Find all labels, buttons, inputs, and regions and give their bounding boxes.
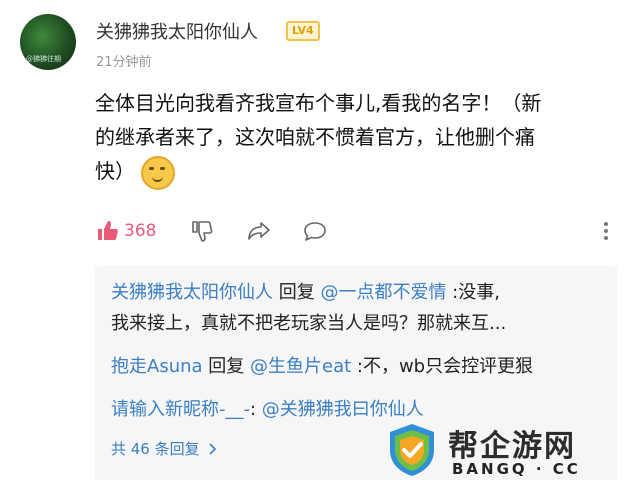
reply-verb: 回复 bbox=[273, 282, 321, 303]
reply-text: :没事, bbox=[446, 282, 500, 303]
dislike-button[interactable] bbox=[190, 216, 214, 246]
reply-text-continuation: 我来接上，真就不把老玩家当人是吗？那就来互... bbox=[111, 313, 507, 334]
comment-actions-bar: 368 bbox=[96, 216, 616, 246]
reply-username[interactable]: 抱走Asuna bbox=[111, 356, 203, 377]
thumb-up-icon bbox=[98, 221, 118, 240]
like-count: 368 bbox=[124, 221, 157, 241]
reply-button[interactable] bbox=[302, 216, 328, 246]
share-icon bbox=[248, 222, 270, 240]
chevron-right-icon bbox=[209, 443, 217, 455]
comment-body: 全体目光向我看齐我宣布个事儿,看我的名字！（新 的继承者来了，这次咱就不惯着官方… bbox=[95, 86, 617, 190]
more-options-button[interactable] bbox=[602, 216, 610, 246]
comment-timestamp: 21分钟前 bbox=[96, 55, 152, 70]
comment-username[interactable]: 关狒狒我太阳你仙人 bbox=[96, 18, 258, 44]
reply-text: :不，wb只会控评更狠 bbox=[351, 356, 534, 377]
watermark-site-domain: BANGQ · CC bbox=[452, 460, 581, 478]
watermark-logo-icon bbox=[390, 424, 434, 476]
more-icon bbox=[604, 222, 608, 240]
view-all-replies-link[interactable]: 共 46 条回复 bbox=[111, 438, 218, 459]
reply-mention[interactable]: @关狒狒我曰你仙人 bbox=[262, 399, 424, 420]
reply-verb: 回复 bbox=[202, 356, 250, 377]
reply-mention[interactable]: @一点都不爱情 bbox=[320, 282, 446, 303]
like-button[interactable]: 368 bbox=[96, 216, 156, 246]
comment-line-2: 的继承者来了，这次咱就不惯着官方，让他删个痛 bbox=[95, 125, 535, 149]
level-badge: LV4 bbox=[286, 21, 320, 41]
reply-text: : bbox=[250, 399, 262, 420]
reply-item: 关狒狒我太阳你仙人 回复 @一点都不爱情 :没事, bbox=[111, 280, 500, 306]
avatar[interactable]: @狒狒往期 bbox=[20, 14, 76, 70]
reply-item: 抱走Asuna 回复 @生鱼片eat :不，wb只会控评更狠 bbox=[111, 354, 533, 380]
watermark-site-name: 帮企游网 bbox=[448, 429, 576, 464]
comment-line-3-text: 快） bbox=[95, 159, 135, 183]
reply-item: 请输入新昵称-__-: @关狒狒我曰你仙人 bbox=[111, 397, 424, 423]
comment-line-3: 快） bbox=[95, 154, 617, 190]
thumb-down-icon bbox=[192, 221, 213, 242]
reply-mention[interactable]: @生鱼片eat bbox=[250, 356, 351, 377]
avatar-watermark-text: @狒狒往期 bbox=[26, 55, 61, 63]
reply-username[interactable]: 关狒狒我太阳你仙人 bbox=[111, 282, 273, 303]
share-button[interactable] bbox=[246, 216, 272, 246]
reply-username[interactable]: 请输入新昵称-__- bbox=[111, 399, 250, 420]
comment-line-1: 全体目光向我看齐我宣布个事儿,看我的名字！（新 bbox=[95, 91, 542, 115]
comment-icon bbox=[304, 222, 326, 241]
view-all-replies-label: 共 46 条回复 bbox=[111, 440, 200, 458]
thinking-emoji-icon bbox=[141, 155, 175, 190]
